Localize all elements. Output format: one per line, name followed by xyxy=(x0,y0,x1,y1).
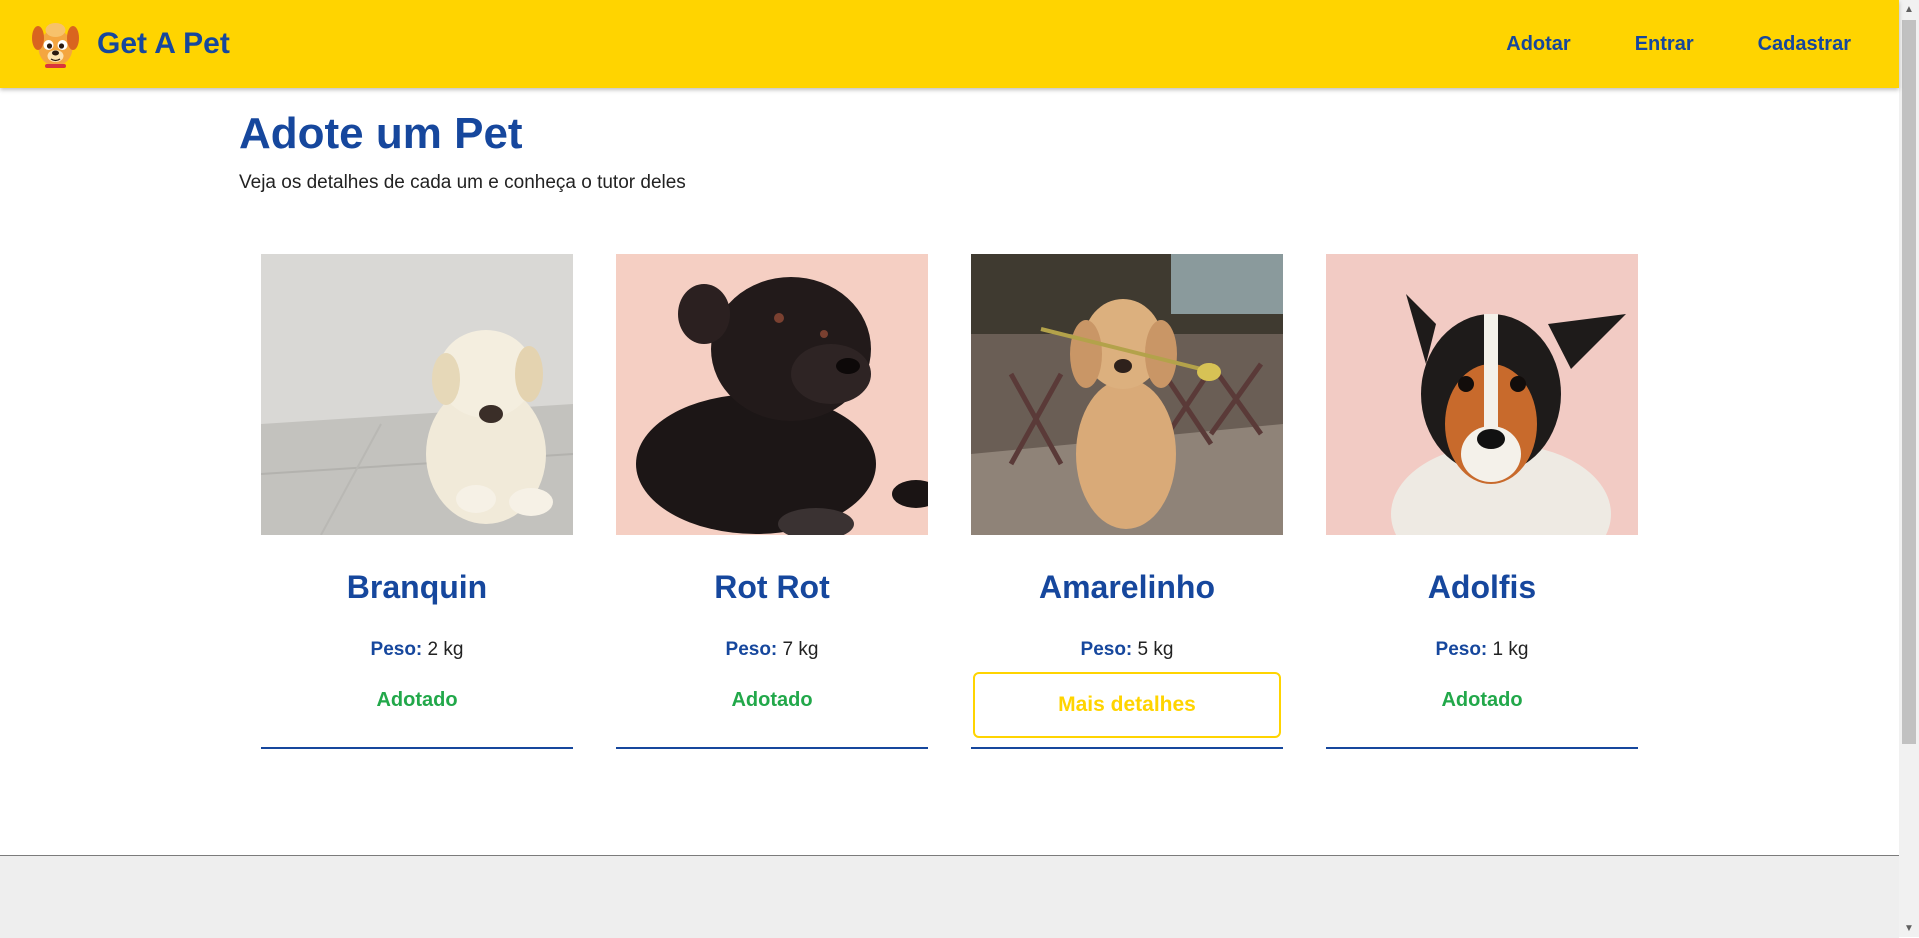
black-dog-photo xyxy=(616,254,928,535)
card-divider xyxy=(616,747,928,749)
pet-photo-adolfis[interactable] xyxy=(1326,254,1638,535)
card-divider xyxy=(261,747,573,749)
pet-name: Amarelinho xyxy=(1038,569,1216,605)
pet-weight: Peso: 1 kg xyxy=(1436,639,1529,661)
weight-label: Peso: xyxy=(725,639,778,660)
card-divider xyxy=(971,747,1283,749)
nav-link-adotar[interactable]: Adotar xyxy=(1506,33,1570,56)
nav-links: Adotar Entrar Cadastrar xyxy=(1442,0,1851,88)
scroll-down-arrow-icon[interactable]: ▼ xyxy=(1899,919,1919,937)
pet-photo-branquin[interactable] xyxy=(261,254,573,535)
scroll-thumb[interactable] xyxy=(1902,20,1916,744)
weight-value: 5 kg xyxy=(1137,639,1174,660)
nav-link-entrar[interactable]: Entrar xyxy=(1635,33,1694,56)
pet-card-list: Branquin Peso: 2 kg Adotado Rot Rot Peso… xyxy=(261,254,1638,749)
pet-card: Branquin Peso: 2 kg Adotado xyxy=(261,254,573,749)
weight-label: Peso: xyxy=(1435,639,1488,660)
page-subtitle: Veja os detalhes de cada um e conheça o … xyxy=(239,172,686,194)
nav-link-cadastrar[interactable]: Cadastrar xyxy=(1758,33,1851,56)
scroll-up-arrow-icon[interactable]: ▲ xyxy=(1899,0,1919,18)
cream-puppy-photo xyxy=(261,254,573,535)
card-divider xyxy=(1326,747,1638,749)
weight-label: Peso: xyxy=(1080,639,1133,660)
footer xyxy=(0,855,1899,938)
adopted-status: Adotado xyxy=(1441,688,1523,711)
pet-card: Rot Rot Peso: 7 kg Adotado xyxy=(616,254,928,749)
pet-name: Branquin xyxy=(346,569,488,605)
page-title: Adote um Pet xyxy=(239,109,523,158)
weight-value: 2 kg xyxy=(427,639,464,660)
main-content: Adote um Pet Veja os detalhes de cada um… xyxy=(239,88,1679,749)
weight-value: 7 kg xyxy=(782,639,819,660)
terrier-dog-photo xyxy=(1326,254,1638,535)
weight-label: Peso: xyxy=(370,639,423,660)
pet-photo-rot-rot[interactable] xyxy=(616,254,928,535)
golden-dog-with-flower-photo xyxy=(971,254,1283,535)
adopted-status: Adotado xyxy=(731,688,813,711)
pet-photo-amarelinho[interactable] xyxy=(971,254,1283,535)
pet-status-area: Mais detalhes xyxy=(971,671,1283,741)
adopted-status: Adotado xyxy=(376,688,458,711)
pet-card: Adolfis Peso: 1 kg Adotado xyxy=(1326,254,1638,749)
more-details-button[interactable]: Mais detalhes xyxy=(973,672,1281,738)
brand-title: Get A Pet xyxy=(97,27,230,60)
pet-card: Amarelinho Peso: 5 kg Mais detalhes xyxy=(971,254,1283,749)
pet-status-area: Adotado xyxy=(1326,671,1638,741)
pet-weight: Peso: 7 kg xyxy=(726,639,819,661)
navbar: Get A Pet Adotar Entrar Cadastrar xyxy=(0,0,1899,88)
pet-status-area: Adotado xyxy=(616,671,928,741)
weight-value: 1 kg xyxy=(1492,639,1529,660)
dog-face-icon xyxy=(32,23,79,68)
pet-weight: Peso: 5 kg xyxy=(1081,639,1174,661)
pet-name: Adolfis xyxy=(1427,569,1537,605)
brand[interactable]: Get A Pet xyxy=(32,18,230,70)
pet-name: Rot Rot xyxy=(714,569,830,605)
vertical-scrollbar[interactable]: ▲ ▼ xyxy=(1899,0,1919,937)
pet-weight: Peso: 2 kg xyxy=(371,639,464,661)
page: Get A Pet Adotar Entrar Cadastrar Adote … xyxy=(0,0,1899,938)
pet-status-area: Adotado xyxy=(261,671,573,741)
